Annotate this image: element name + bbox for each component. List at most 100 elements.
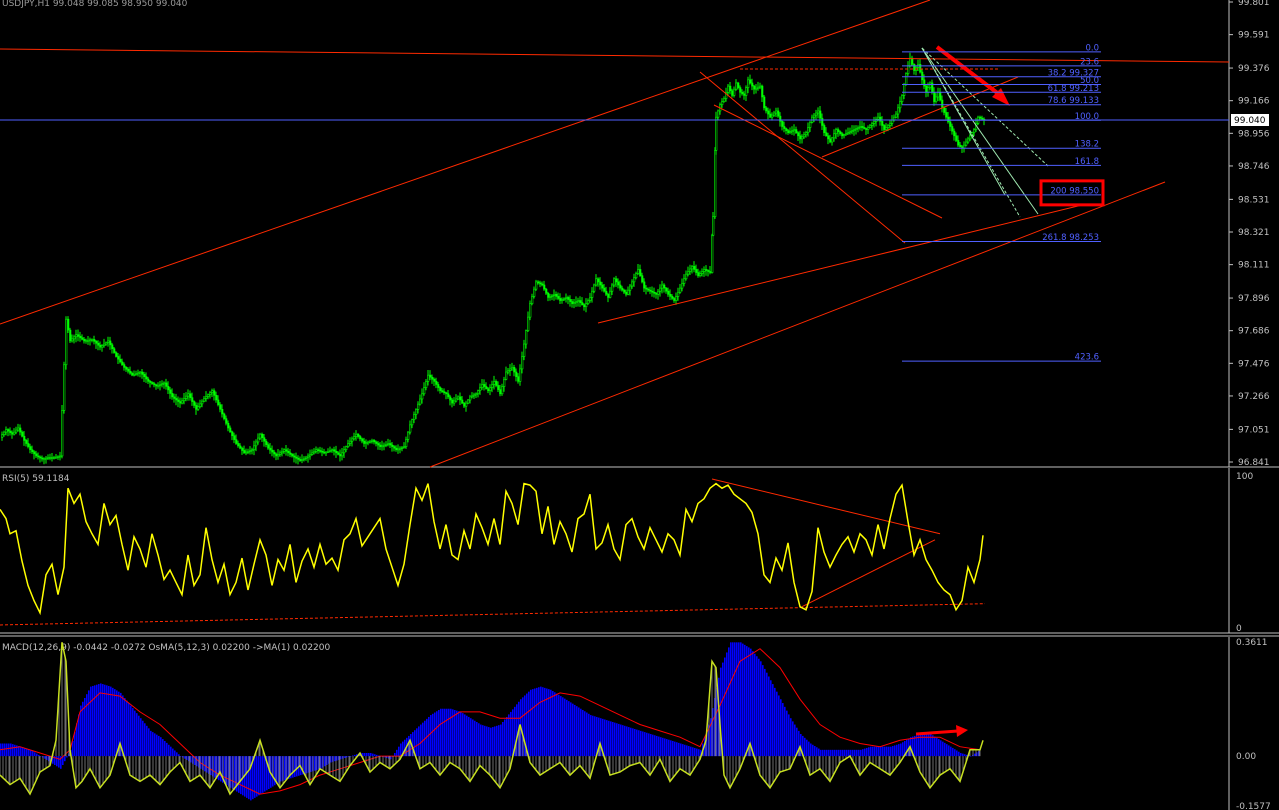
candle-body: [771, 114, 774, 118]
macd-bar: [822, 749, 824, 757]
candle-body: [815, 112, 818, 116]
chart-area[interactable]: USDJPY,H1 99.048 99.085 98.950 99.040 0.…: [0, 0, 1279, 810]
macd-bar: [14, 744, 16, 757]
macd-bar: [970, 756, 972, 757]
candle-body: [737, 82, 740, 88]
candle-body: [45, 457, 48, 460]
candle-body: [601, 284, 604, 289]
candle-body: [949, 121, 952, 127]
candle-body: [443, 391, 446, 394]
price-tick-label: 97.896: [1238, 294, 1270, 304]
candle-body: [465, 402, 468, 407]
candle-body: [413, 414, 416, 420]
macd-bar: [766, 672, 768, 757]
candle-body: [803, 134, 806, 138]
macd-bar: [774, 687, 776, 757]
macd-bar: [852, 749, 854, 757]
macd-bar: [772, 684, 774, 757]
candle-body: [907, 65, 910, 74]
macd-bar: [36, 753, 38, 757]
candle-body: [131, 372, 134, 376]
candle-body: [679, 287, 682, 293]
candle-body: [397, 448, 400, 451]
candle-body: [903, 84, 906, 96]
candle-body: [151, 382, 154, 384]
candle-body: [761, 85, 764, 98]
candle-body: [871, 123, 874, 126]
candle-body: [107, 340, 110, 343]
candle-body: [355, 433, 358, 437]
candle-body: [901, 95, 904, 102]
candle-body: [61, 410, 64, 457]
candle-body: [777, 110, 780, 117]
candle-body: [93, 339, 96, 342]
macd-bar: [446, 708, 448, 757]
candle-body: [543, 284, 546, 290]
fibo-label: 261.8 98.253: [1042, 233, 1099, 243]
candle-body: [509, 368, 512, 371]
macd-bar: [948, 745, 950, 757]
candle-body: [939, 91, 942, 101]
macd-bar: [568, 701, 570, 757]
macd-bar: [528, 691, 530, 757]
macd-bar: [964, 754, 966, 757]
macd-title: MACD(12,26,9) -0.0442 -0.0272 OsMA(5,12,…: [2, 643, 331, 653]
candle-body: [797, 132, 800, 137]
macd-bar: [492, 727, 494, 757]
candle-body: [275, 453, 278, 457]
macd-bar: [696, 748, 698, 757]
candle-body: [927, 87, 930, 93]
macd-bar: [750, 648, 752, 757]
macd-bar: [894, 745, 896, 757]
macd-bar: [668, 739, 670, 757]
candle-body: [823, 125, 826, 133]
candle-body: [89, 339, 92, 342]
candle-body: [617, 281, 620, 286]
macd-bar: [756, 656, 758, 757]
candle-body: [605, 290, 608, 295]
macd-bar: [808, 741, 810, 757]
macd-bar: [486, 726, 488, 757]
candle-body: [477, 390, 480, 395]
candle-body: [321, 450, 324, 453]
candle-body: [21, 431, 24, 437]
macd-tick-label: 0.00: [1236, 752, 1256, 762]
candle-body: [693, 266, 696, 270]
price-tick-label: 98.746: [1238, 162, 1270, 172]
candle-body: [83, 339, 86, 342]
rsi-tick-label: 0: [1236, 624, 1242, 634]
candle-body: [459, 396, 462, 401]
candle-body: [399, 447, 402, 450]
candle-body: [579, 300, 582, 303]
candle-body: [715, 116, 718, 151]
candle-body: [333, 449, 336, 452]
macd-bar: [872, 746, 874, 757]
candle-body: [415, 409, 418, 415]
candle-body: [37, 455, 40, 458]
candle-body: [245, 451, 248, 454]
candle-body: [373, 440, 376, 443]
macd-bar: [738, 642, 740, 757]
price-tick-label: 97.686: [1238, 327, 1270, 337]
candle-body: [185, 395, 188, 399]
candle-body: [829, 138, 832, 143]
candle-body: [439, 387, 442, 391]
candle-body: [73, 336, 76, 340]
candle-body: [219, 404, 222, 410]
candle-body: [315, 449, 318, 452]
fibo-label: 78.6 99.133: [1048, 96, 1099, 106]
svg-text:99.040: 99.040: [1234, 116, 1266, 126]
candle-body: [943, 107, 946, 113]
macd-bar: [724, 657, 726, 757]
candle-body: [277, 454, 280, 457]
candle-body: [207, 394, 210, 397]
macd-bar: [494, 726, 496, 757]
candle-body: [195, 405, 198, 410]
candle-body: [269, 447, 272, 451]
macd-bar: [482, 725, 484, 757]
candle-body: [623, 289, 626, 293]
macd-bar: [574, 704, 576, 757]
macd-bar: [594, 716, 596, 757]
macd-bar: [646, 732, 648, 757]
macd-bar: [842, 749, 844, 757]
